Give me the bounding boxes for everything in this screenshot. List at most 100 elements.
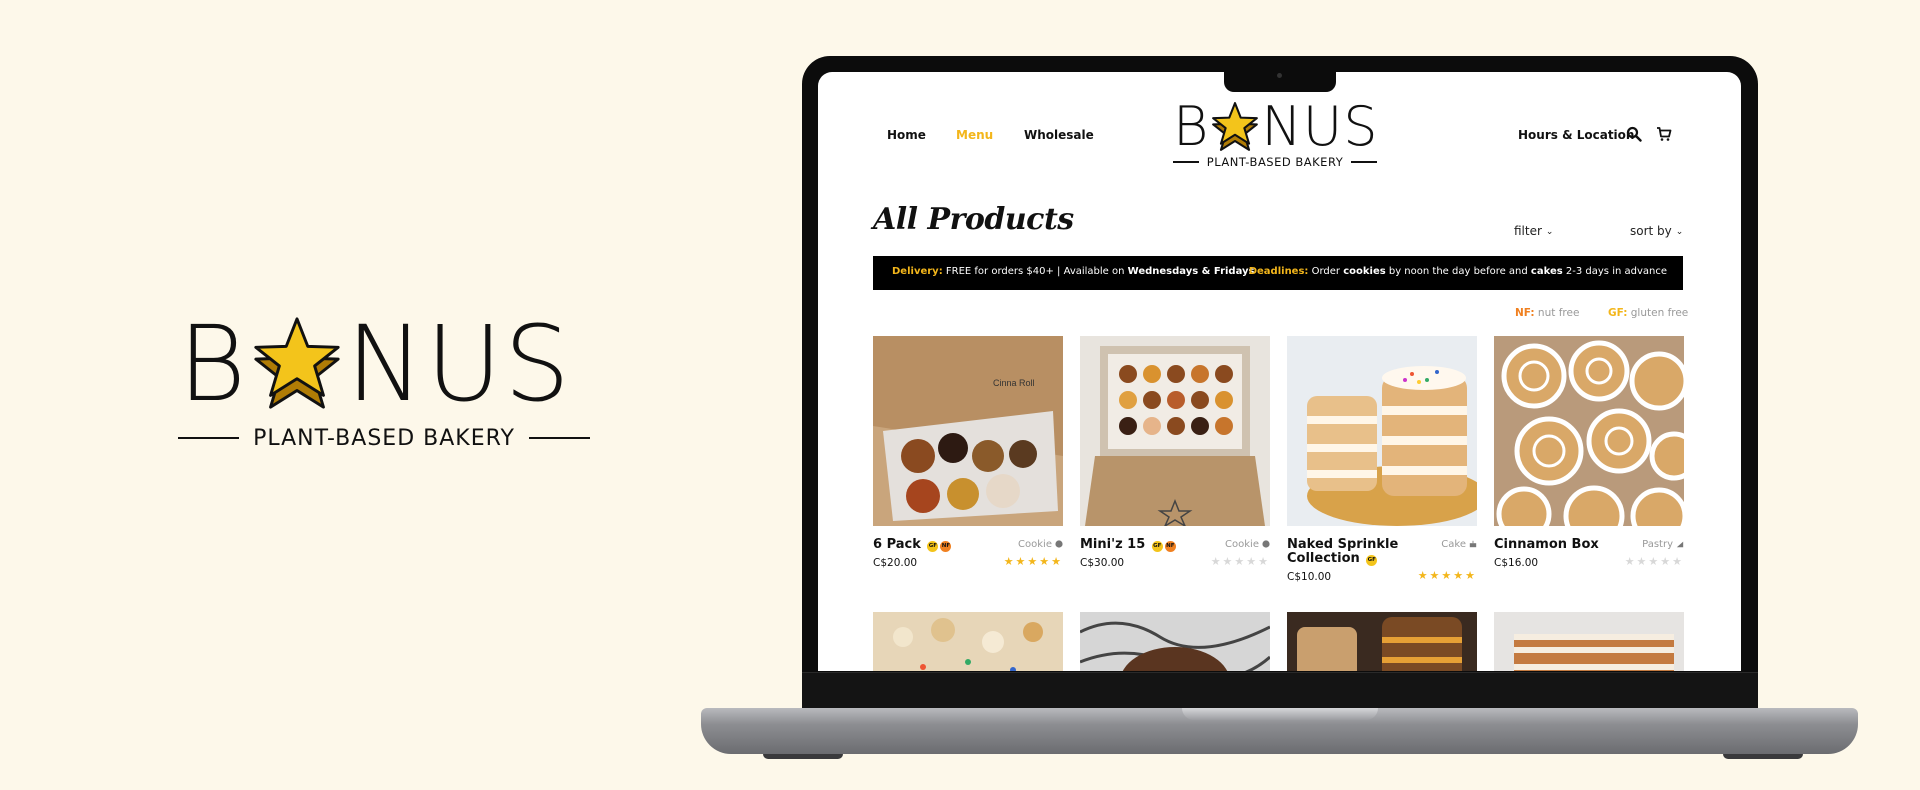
cookie-icon bbox=[1055, 540, 1063, 548]
rating-stars: ★★★★★ bbox=[1210, 556, 1270, 568]
search-icon[interactable] bbox=[1626, 126, 1642, 142]
site-logo-letters-nus: NUS bbox=[1261, 95, 1379, 158]
sort-dropdown[interactable]: sort by ⌄ bbox=[1630, 224, 1683, 238]
product-photo[interactable] bbox=[1494, 336, 1699, 547]
product-category: Cookie bbox=[1225, 539, 1270, 550]
product-price: C$30.00 bbox=[1080, 557, 1125, 569]
legend-nf-key: NF: bbox=[1515, 307, 1535, 319]
category-text: Cookie bbox=[1018, 539, 1052, 550]
info-banner: Delivery: FREE for orders $40+ | Availab… bbox=[873, 256, 1683, 290]
star-logo-icon bbox=[254, 317, 340, 409]
logo-letter-b: B bbox=[178, 303, 249, 425]
product-name-text: Mini'z 15 bbox=[1080, 537, 1146, 552]
gf-badge: GF bbox=[1151, 541, 1163, 552]
product-name[interactable]: Mini'z 15 GF NF bbox=[1080, 538, 1200, 552]
deadlines-label: Deadlines: bbox=[1248, 266, 1309, 277]
delivery-days: Wednesdays & Fridays bbox=[1127, 266, 1255, 277]
product-price: C$16.00 bbox=[1494, 557, 1539, 569]
product-photo[interactable]: Cinna Roll bbox=[873, 336, 1063, 526]
laptop-foot-right bbox=[1723, 754, 1803, 759]
category-text: Cake bbox=[1441, 539, 1466, 550]
logo-tagline: PLANT-BASED BAKERY bbox=[178, 424, 590, 452]
website-screen: Home Menu Wholesale B NUS PLANT-BASED BA… bbox=[818, 72, 1741, 671]
tagline-rule-right bbox=[528, 437, 590, 439]
laptop-lid-chin bbox=[802, 672, 1758, 711]
rating-stars: ★★★★★ bbox=[1624, 556, 1684, 568]
deadlines-text-2: by noon the day before and bbox=[1385, 266, 1531, 277]
product-photo[interactable] bbox=[1080, 336, 1270, 528]
deadlines-cakes: cakes bbox=[1530, 266, 1563, 277]
pastry-icon bbox=[1676, 541, 1684, 548]
product-name-text: 6 Pack bbox=[873, 537, 921, 552]
product-name-text: Cinnamon Box bbox=[1494, 537, 1599, 552]
nf-badge: NF bbox=[940, 541, 952, 552]
delivery-label: Delivery: bbox=[892, 266, 943, 277]
category-text: Pastry bbox=[1642, 539, 1673, 550]
deadlines-info: Deadlines: Order cookies by noon the day… bbox=[1249, 266, 1667, 277]
chevron-down-icon: ⌄ bbox=[1545, 227, 1554, 237]
rating-stars: ★★★★★ bbox=[1003, 556, 1063, 568]
nav-wholesale[interactable]: Wholesale bbox=[1024, 128, 1094, 142]
page-title: All Products bbox=[873, 202, 1074, 237]
site-logo[interactable]: B NUS PLANT-BASED BAKERY bbox=[1173, 100, 1379, 169]
deadlines-text-1: Order bbox=[1308, 266, 1344, 277]
gf-badge: GF bbox=[1366, 555, 1378, 566]
product-name[interactable]: Cinnamon Box bbox=[1494, 538, 1614, 552]
deadlines-text-3: 2-3 days in advance bbox=[1562, 266, 1667, 277]
site-logo-wordmark: B NUS bbox=[1173, 100, 1379, 154]
deadlines-cookies: cookies bbox=[1343, 266, 1386, 277]
laptop-foot-left bbox=[763, 754, 843, 759]
brand-logo: B NUS PLANT-BASED BAKERY bbox=[178, 312, 590, 452]
product-photo-row2-2[interactable] bbox=[1080, 612, 1270, 671]
site-tagline-rule-right bbox=[1351, 161, 1377, 163]
svg-text:Cinna Roll: Cinna Roll bbox=[993, 378, 1035, 388]
legend-gf-key: GF: bbox=[1608, 307, 1628, 319]
site-star-logo-icon bbox=[1212, 102, 1259, 151]
product-card-miniz-15[interactable]: Mini'z 15 GF NF Cookie C$30.00 ★★★★★ bbox=[1080, 336, 1270, 569]
delivery-info: Delivery: FREE for orders $40+ | Availab… bbox=[892, 266, 1255, 277]
product-category: Pastry bbox=[1642, 539, 1684, 550]
site-logo-tagline: PLANT-BASED BAKERY bbox=[1173, 155, 1377, 169]
site-tagline-text: PLANT-BASED BAKERY bbox=[1206, 155, 1344, 169]
product-price: C$20.00 bbox=[873, 557, 918, 569]
nav-menu[interactable]: Menu bbox=[956, 128, 993, 142]
product-card-6-pack[interactable]: Cinna Roll 6 Pack GF NF Cookie C$20.00 ★★… bbox=[873, 336, 1063, 569]
camera-icon bbox=[1277, 73, 1282, 78]
logo-letters-nus: NUS bbox=[346, 303, 573, 425]
product-photo-row2-1[interactable] bbox=[873, 612, 1063, 671]
product-photo[interactable] bbox=[1287, 336, 1487, 526]
nf-badge: NF bbox=[1164, 541, 1176, 552]
logo-wordmark: B NUS bbox=[178, 312, 572, 416]
site-tagline-rule-left bbox=[1173, 161, 1199, 163]
category-text: Cookie bbox=[1225, 539, 1259, 550]
tagline-text: PLANT-BASED BAKERY bbox=[253, 425, 515, 451]
product-price: C$10.00 bbox=[1287, 571, 1332, 583]
chevron-down-icon: ⌄ bbox=[1675, 227, 1684, 237]
legend-nf-text: nut free bbox=[1534, 307, 1580, 319]
nav-hours-location[interactable]: Hours & Location bbox=[1518, 128, 1634, 142]
gf-badge: GF bbox=[927, 541, 939, 552]
product-photo-row2-4[interactable] bbox=[1494, 612, 1684, 671]
delivery-text: FREE for orders $40+ | Available on bbox=[942, 266, 1128, 277]
product-photo-row2-3[interactable] bbox=[1287, 612, 1477, 671]
product-category: Cookie bbox=[1018, 539, 1063, 550]
rating-stars: ★★★★★ bbox=[1417, 570, 1477, 582]
cookie-icon bbox=[1262, 540, 1270, 548]
product-card-cinnamon-box[interactable]: Cinnamon Box Pastry C$16.00 ★★★★★ bbox=[1494, 336, 1699, 569]
product-card-naked-sprinkle[interactable]: Naked Sprinkle Collection GF Cake C$10.0… bbox=[1287, 336, 1487, 583]
filter-dropdown[interactable]: filter ⌄ bbox=[1514, 224, 1553, 238]
product-name[interactable]: 6 Pack GF NF bbox=[873, 538, 993, 552]
product-category: Cake bbox=[1441, 539, 1477, 550]
laptop-opening-notch bbox=[1182, 708, 1378, 720]
tagline-rule-left bbox=[178, 437, 240, 439]
cart-icon[interactable] bbox=[1656, 126, 1672, 142]
cake-icon bbox=[1469, 540, 1477, 548]
filter-label: filter bbox=[1514, 224, 1542, 238]
nav-home[interactable]: Home bbox=[887, 128, 926, 142]
sort-label: sort by bbox=[1630, 224, 1672, 238]
site-logo-letter-b: B bbox=[1173, 95, 1210, 158]
legend-nut-free: NF: nut free bbox=[1515, 307, 1579, 319]
legend-gf-text: gluten free bbox=[1627, 307, 1689, 319]
product-name-text: Naked Sprinkle Collection bbox=[1287, 537, 1399, 566]
product-name[interactable]: Naked Sprinkle Collection GF bbox=[1287, 538, 1407, 566]
